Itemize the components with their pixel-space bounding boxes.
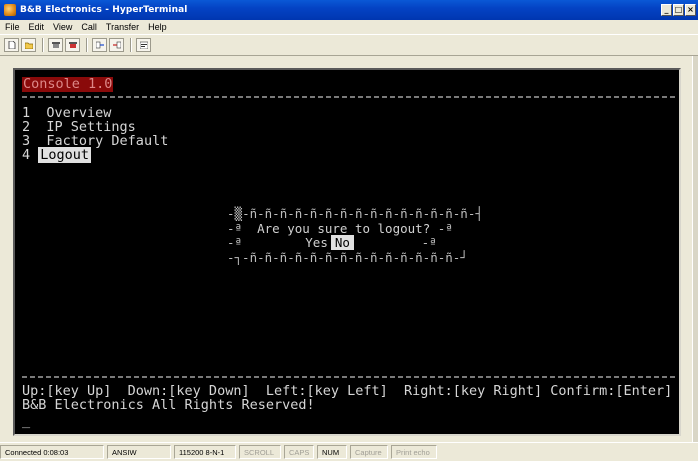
hyperterminal-app-icon[interactable] bbox=[4, 4, 16, 16]
status-capture: Capture bbox=[350, 445, 388, 459]
close-button[interactable]: × bbox=[685, 4, 696, 16]
footer-copyright: B&B Electronics All Rights Reserved! bbox=[22, 397, 315, 413]
footer-divider bbox=[22, 376, 677, 378]
dialog-message: Are you sure to logout? bbox=[257, 221, 431, 236]
menu-file[interactable]: File bbox=[0, 22, 24, 32]
status-settings: 115200 8-N-1 bbox=[174, 445, 236, 459]
properties-icon[interactable] bbox=[136, 38, 151, 52]
menu-view[interactable]: View bbox=[48, 22, 76, 32]
menu-edit[interactable]: Edit bbox=[24, 22, 49, 32]
receive-icon[interactable] bbox=[109, 38, 124, 52]
yes-button[interactable]: Yes bbox=[302, 235, 331, 250]
header-divider bbox=[22, 96, 677, 98]
status-connected: Connected 0:08:03 bbox=[0, 445, 104, 459]
toolbar-separator bbox=[42, 38, 44, 52]
minimize-button[interactable]: _ bbox=[661, 4, 672, 16]
phone-icon[interactable] bbox=[48, 38, 63, 52]
status-scroll: SCROLL bbox=[239, 445, 281, 459]
title-bar[interactable]: B&B Electronics - HyperTerminal _ □ × bbox=[0, 0, 698, 20]
status-bar: Connected 0:08:03 ANSIW 115200 8-N-1 SCR… bbox=[0, 442, 698, 461]
menu-call[interactable]: Call bbox=[76, 22, 101, 32]
dialog-bottom-border: -┐-ñ-ñ-ñ-ñ-ñ-ñ-ñ-ñ-ñ-ñ-ñ-ñ-ñ-ñ-┘ bbox=[227, 250, 468, 265]
menu-item-label-selected: Logout bbox=[38, 147, 92, 163]
status-print-echo: Print echo bbox=[391, 445, 437, 459]
menu-item-number: 4 bbox=[22, 147, 31, 163]
status-caps: CAPS bbox=[284, 445, 314, 459]
new-icon[interactable] bbox=[4, 38, 19, 52]
terminal-screen[interactable]: Console 1.0 1 Overview 2 IP Settings 3 F… bbox=[13, 68, 681, 436]
maximize-button[interactable]: □ bbox=[673, 4, 684, 16]
status-num: NUM bbox=[317, 445, 347, 459]
menu-item-logout: 4 Logout bbox=[22, 147, 92, 163]
console-header: Console 1.0 bbox=[22, 76, 114, 92]
send-icon[interactable] bbox=[92, 38, 107, 52]
status-emulation: ANSIW bbox=[107, 445, 171, 459]
dialog-buttons-row: -ª Yes No -ª bbox=[227, 235, 437, 250]
open-icon[interactable] bbox=[21, 38, 36, 52]
dialog-message-row: -ª Are you sure to logout? -ª bbox=[227, 221, 453, 236]
disconnect-icon[interactable] bbox=[65, 38, 80, 52]
vertical-scrollbar[interactable] bbox=[692, 56, 698, 442]
menu-help[interactable]: Help bbox=[143, 22, 171, 32]
menu-bar: File Edit View Call Transfer Help bbox=[0, 20, 698, 34]
toolbar-separator bbox=[130, 38, 132, 52]
toolbar-separator bbox=[86, 38, 88, 52]
terminal-cursor: _ bbox=[22, 413, 31, 429]
menu-transfer[interactable]: Transfer bbox=[101, 22, 143, 32]
no-button[interactable]: No bbox=[330, 235, 354, 250]
toolbar bbox=[0, 34, 698, 56]
window-title: B&B Electronics - HyperTerminal bbox=[20, 5, 188, 15]
client-area: Console 1.0 1 Overview 2 IP Settings 3 F… bbox=[0, 56, 698, 442]
window-controls: _ □ × bbox=[660, 4, 696, 16]
dialog-top-border: -▒-ñ-ñ-ñ-ñ-ñ-ñ-ñ-ñ-ñ-ñ-ñ-ñ-ñ-ñ-ñ-┤ bbox=[227, 206, 483, 221]
